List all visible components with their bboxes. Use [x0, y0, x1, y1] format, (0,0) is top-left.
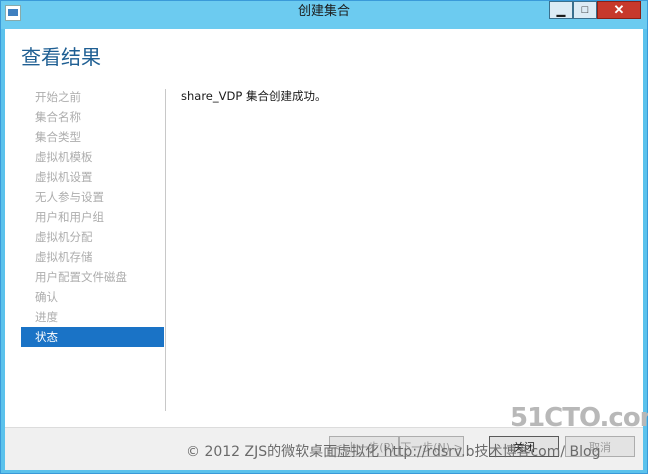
result-message: share_VDP 集合创建成功。 [181, 89, 327, 103]
nav-item-status[interactable]: 状态 [21, 327, 164, 347]
page-title: 查看结果 [21, 45, 101, 69]
nav-item-unattended-settings: 无人参与设置 [35, 190, 104, 204]
nav-item-users-groups: 用户和用户组 [35, 210, 104, 224]
nav-divider [165, 89, 166, 411]
nav-item-progress: 进度 [35, 310, 58, 324]
watermark-logo: 51CTO.com [510, 403, 648, 433]
nav-item-user-profile-disks: 用户配置文件磁盘 [35, 270, 127, 284]
nav-item-vm-settings: 虚拟机设置 [35, 170, 93, 184]
maximize-button[interactable]: □ [573, 1, 597, 19]
watermark-text: © 2012 ZJS的微软桌面虚拟化 http://rdsrv.b技术博客com… [186, 444, 601, 460]
nav-item-collection-name: 集合名称 [35, 110, 81, 124]
nav-item-vm-allocation: 虚拟机分配 [35, 230, 93, 244]
nav-item-confirmation: 确认 [35, 290, 58, 304]
close-window-button[interactable]: ✕ [597, 1, 641, 19]
minimize-button[interactable]: ▁ [549, 1, 573, 19]
nav-item-vm-template: 虚拟机模板 [35, 150, 93, 164]
title-bar[interactable]: 创建集合 ▁ □ ✕ [1, 1, 647, 29]
window-controls: ▁ □ ✕ [549, 1, 641, 19]
nav-item-collection-type: 集合类型 [35, 130, 81, 144]
wizard-steps-nav: 开始之前 集合名称 集合类型 虚拟机模板 虚拟机设置 无人参与设置 用户和用户组… [21, 87, 164, 347]
nav-item-before-you-begin: 开始之前 [35, 90, 81, 104]
nav-item-vm-storage: 虚拟机存储 [35, 250, 93, 264]
